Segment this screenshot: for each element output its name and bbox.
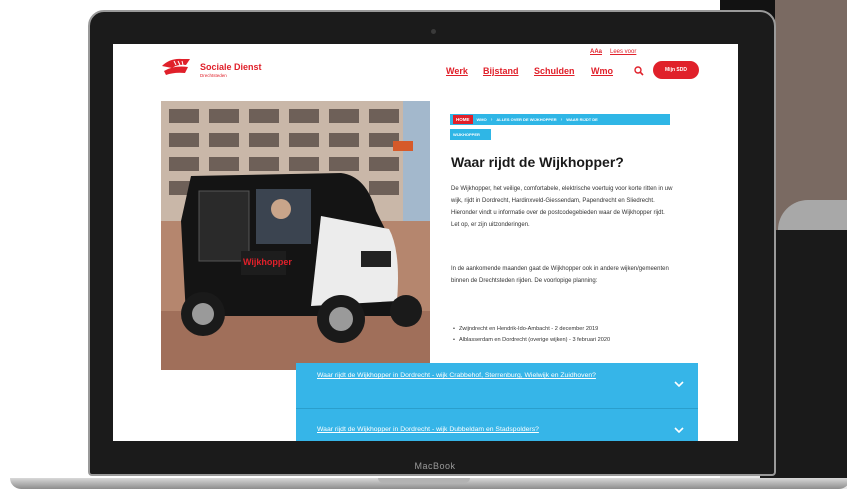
chevron-down-icon[interactable] (674, 381, 684, 387)
breadcrumb-current: WIJKHOPPER (453, 132, 480, 137)
nav-bijstand[interactable]: Bijstand (483, 66, 519, 76)
camera (431, 29, 436, 34)
logo-subtitle: Drechtsteden (200, 73, 227, 78)
mijn-sdd-button[interactable]: Mijn SDD (653, 61, 699, 79)
chevron-down-icon[interactable] (674, 427, 684, 433)
breadcrumb-home[interactable]: HOME (453, 115, 473, 124)
chevron-right-icon: › (560, 116, 563, 123)
planning-paragraph: In de aankomende maanden gaat de Wijkhop… (451, 266, 669, 284)
chevron-right-icon: › (490, 116, 493, 123)
read-aloud-link[interactable]: Lees voor (610, 49, 636, 55)
search-icon[interactable] (634, 66, 644, 76)
page-title: Waar rijdt de Wijkhopper? (451, 154, 624, 170)
wijkhopper-photo: Wijkhopper (161, 101, 430, 370)
list-item: Alblasserdam en Dordrecht (overige wijke… (453, 335, 610, 346)
breadcrumb-item[interactable]: WMO (477, 117, 487, 122)
laptop-base-notch (378, 478, 470, 483)
accordion-label[interactable]: Waar rijdt de Wijkhopper in Dordrecht - … (317, 426, 539, 433)
planning-list: Zwijndrecht en Hendrik-Ido-Ambacht - 2 d… (453, 324, 610, 346)
accordion-item[interactable]: Waar rijdt de Wijkhopper in Dordrecht - … (296, 363, 698, 408)
nav-schulden[interactable]: Schulden (534, 66, 575, 76)
accordion-label[interactable]: Waar rijdt de Wijkhopper in Dordrecht - … (317, 372, 596, 379)
nav-werk[interactable]: Werk (446, 66, 468, 76)
scene: Sociale Dienst Drechtsteden AAa Lees voo… (0, 0, 847, 489)
breadcrumb-item[interactable]: ALLES OVER DE WIJKHOPPER (496, 117, 556, 122)
nav-wmo[interactable]: Wmo (591, 66, 613, 76)
breadcrumb: HOME WMO › ALLES OVER DE WIJKHOPPER › WA… (450, 114, 670, 142)
logo-icon[interactable] (160, 56, 194, 76)
device-brand-label: MacBook (414, 461, 456, 471)
screen: Sociale Dienst Drechtsteden AAa Lees voo… (113, 44, 738, 441)
intro-paragraph: De Wijkhopper, het veilige, comfortabele… (451, 186, 673, 228)
vehicle-sign: Wijkhopper (243, 257, 292, 267)
accordion-item[interactable]: Waar rijdt de Wijkhopper in Dordrecht - … (296, 408, 698, 441)
logo-name[interactable]: Sociale Dienst (200, 62, 262, 72)
breadcrumb-item[interactable]: WAAR RIJDT DE (566, 117, 598, 122)
text-size-link[interactable]: AAa (590, 49, 602, 55)
list-item: Zwijndrecht en Hendrik-Ido-Ambacht - 2 d… (453, 324, 610, 335)
